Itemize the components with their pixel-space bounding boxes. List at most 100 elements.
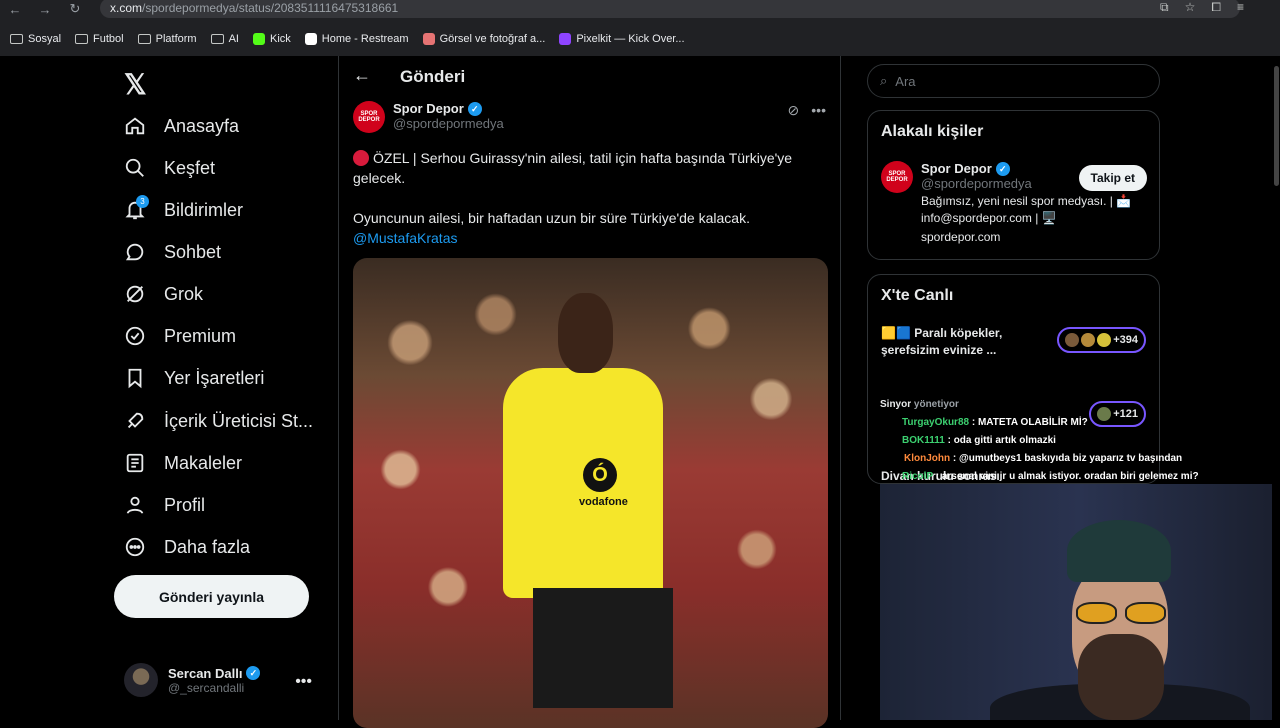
- account-handle: @_sercandalli: [168, 680, 245, 695]
- live-title: X'te Canlı: [881, 287, 954, 304]
- browser-actions: ⧉ ☆ ⧠ ≡: [1160, 0, 1244, 15]
- chat-text: : arsenal vini jr u almak istiyor. orada…: [935, 471, 1199, 482]
- bookmark-item[interactable]: Futbol: [75, 33, 124, 45]
- stream-chat-overlay: Sinyor yönetiyor TurgayOkur88 : MATETA OL…: [880, 396, 1280, 486]
- relevant-bio: Bağımsız, yeni nesil spor medyası. | 📩 i…: [921, 194, 1132, 225]
- bookmark-item[interactable]: AI: [210, 33, 239, 45]
- pixelkit-favicon: [559, 33, 572, 45]
- back-arrow-icon[interactable]: ←: [353, 65, 371, 86]
- nav-item-label: Grok: [164, 283, 204, 304]
- tweet-photo[interactable]: Ó vodafone: [353, 258, 828, 728]
- bookmark-item[interactable]: Platform: [137, 33, 197, 45]
- star-icon[interactable]: ☆: [1185, 0, 1196, 15]
- browser-toolbar: ← → ↻ x.com/spordepormedya/status/208351…: [0, 0, 1280, 18]
- relevant-name[interactable]: Spor Depor: [921, 161, 992, 176]
- follow-button[interactable]: Takip et: [1078, 165, 1147, 191]
- search-input[interactable]: ⌕ Ara: [867, 64, 1160, 98]
- streamer-beard: [1078, 634, 1164, 720]
- bookmark-label: Sosyal: [28, 33, 62, 45]
- nav-item-label: Sohbet: [164, 241, 222, 262]
- nav-item-anasayfa[interactable]: Anasayfa: [124, 111, 239, 141]
- bookmark-item[interactable]: Görsel ve fotoğraf a...: [422, 33, 545, 45]
- address-bar[interactable]: x.com/spordepormedya/status/208351111647…: [100, 0, 1240, 18]
- nav-item-label: Makaleler: [164, 452, 243, 473]
- bookmark-item[interactable]: Home - Restream: [304, 33, 409, 45]
- bookmark-label: Futbol: [93, 33, 124, 45]
- streamer-glasses: [1076, 602, 1166, 624]
- x-logo-icon[interactable]: 𝕏: [124, 68, 147, 101]
- nav-item-premium[interactable]: Premium: [124, 321, 236, 351]
- chat-message: TurgayOkur88 : MATETA OLABİLİR Mİ?: [880, 414, 1280, 432]
- relevant-people-panel: Alakalı kişiler SPOR DEPOR Spor Depor ✓ @…: [867, 110, 1160, 260]
- vodafone-logo-icon: Ó: [583, 458, 617, 492]
- chat-icon: [124, 241, 146, 263]
- mention-link[interactable]: @MustafaKratas: [353, 228, 823, 248]
- tweet-line-1: ÖZEL | Serhou Guirassy'nin ailesi, tatil…: [353, 150, 793, 186]
- bookmark-item[interactable]: Pixelkit — Kick Over...: [559, 33, 685, 45]
- nav-item-label: Profil: [164, 494, 206, 515]
- bookmark-label: Kick: [269, 33, 291, 45]
- extensions-icon[interactable]: ⧠: [1211, 0, 1221, 15]
- search-icon: [124, 157, 146, 179]
- chat-username: BOK1111: [902, 435, 945, 446]
- bookmark-label: Pixelkit — Kick Over...: [576, 33, 685, 45]
- nav-item-label: Yer İşaretleri: [164, 367, 265, 388]
- nav-item-ke-fet[interactable]: Keşfet: [124, 153, 215, 183]
- nav-item-profil[interactable]: Profil: [124, 490, 205, 520]
- nav-item-label: Anasayfa: [164, 115, 240, 136]
- spordepor-avatar[interactable]: SPOR DEPOR: [353, 101, 385, 133]
- chat-message: Sinyor yönetiyor: [880, 396, 1280, 414]
- home-icon: [124, 115, 146, 137]
- more-dots-icon[interactable]: •••: [295, 673, 312, 691]
- nav-item-yer-i-aretleri[interactable]: Yer İşaretleri: [124, 363, 264, 393]
- bookmark-item[interactable]: Kick: [252, 33, 291, 45]
- listener-avatar: [1097, 333, 1112, 347]
- profile-icon: [124, 494, 146, 516]
- back-icon[interactable]: ←: [0, 2, 30, 17]
- more-dots-icon[interactable]: •••: [811, 102, 826, 119]
- bookmark-item[interactable]: Sosyal: [10, 33, 61, 45]
- forward-icon[interactable]: →: [30, 2, 60, 17]
- grok-icon[interactable]: ⊘: [788, 102, 800, 119]
- chat-text: : @umutbeys1 baskıyıda biz yaparız tv ba…: [952, 453, 1183, 464]
- player-shirt: [503, 368, 663, 598]
- live-listeners-1[interactable]: +394: [1057, 327, 1146, 353]
- image-favicon: [422, 33, 435, 45]
- bookmark-label: Platform: [155, 33, 197, 45]
- post-button[interactable]: Gönderi yayınla: [114, 575, 309, 618]
- left-navigation: 𝕏 Anasayfa Keşfet 3 Bildirimler Sohbet Grok Pr…: [110, 56, 338, 720]
- player-shorts: [533, 588, 673, 708]
- folder-icon: [210, 34, 224, 44]
- bookmarks-bar: Sosyal Futbol Platform AI Kick Home - Restrea…: [0, 28, 685, 50]
- streamer-cap: [1067, 520, 1171, 582]
- listener-avatar: [1065, 333, 1080, 347]
- nav-item-grok[interactable]: Grok: [124, 279, 203, 309]
- page-scrollbar[interactable]: [1272, 56, 1280, 720]
- nav-item-label: Daha fazla: [164, 536, 251, 557]
- verified-icon: ✓: [995, 161, 1010, 176]
- tweet-text: ÖZEL | Serhou Guirassy'nin ailesi, tatil…: [353, 148, 823, 248]
- avatar: [124, 663, 158, 697]
- spordepor-avatar[interactable]: SPOR DEPOR: [881, 161, 913, 193]
- account-switcher[interactable]: Sercan Dallı ✓ @_sercandalli •••: [124, 663, 324, 697]
- rocket-icon: [124, 410, 146, 432]
- nav-item-bildirimler[interactable]: 3 Bildirimler: [124, 195, 243, 225]
- author-handle[interactable]: @spordepormedya: [393, 116, 504, 131]
- install-icon[interactable]: ⧉: [1160, 0, 1169, 15]
- nav-item-daha-fazla[interactable]: Daha fazla: [124, 532, 250, 562]
- tweet-actions: ⊘ •••: [788, 102, 826, 119]
- nav-item-label: Keşfet: [164, 157, 216, 178]
- media-icon[interactable]: ≡: [1237, 0, 1244, 15]
- nav-item-sohbet[interactable]: Sohbet: [124, 237, 221, 267]
- nav-item-makaleler[interactable]: Makaleler: [124, 448, 242, 478]
- live-item-1[interactable]: 🟨🟦 Paralı köpekler, şerefsizim evinize .…: [881, 325, 1051, 359]
- red-circle-emoji-icon: [353, 150, 369, 166]
- folder-icon: [75, 34, 89, 44]
- reload-icon[interactable]: ↻: [60, 1, 90, 17]
- nav-item-i-erik-reticisi-st[interactable]: İçerik Üreticisi St...: [124, 406, 313, 436]
- author-name[interactable]: Spor Depor: [393, 101, 464, 116]
- tweet-author[interactable]: SPOR DEPOR Spor Depor ✓ @spordepormedya: [353, 101, 504, 133]
- relevant-link[interactable]: spordepor.com: [921, 229, 1141, 246]
- kick-favicon: [252, 33, 265, 45]
- relevant-title: Alakalı kişiler: [881, 123, 984, 140]
